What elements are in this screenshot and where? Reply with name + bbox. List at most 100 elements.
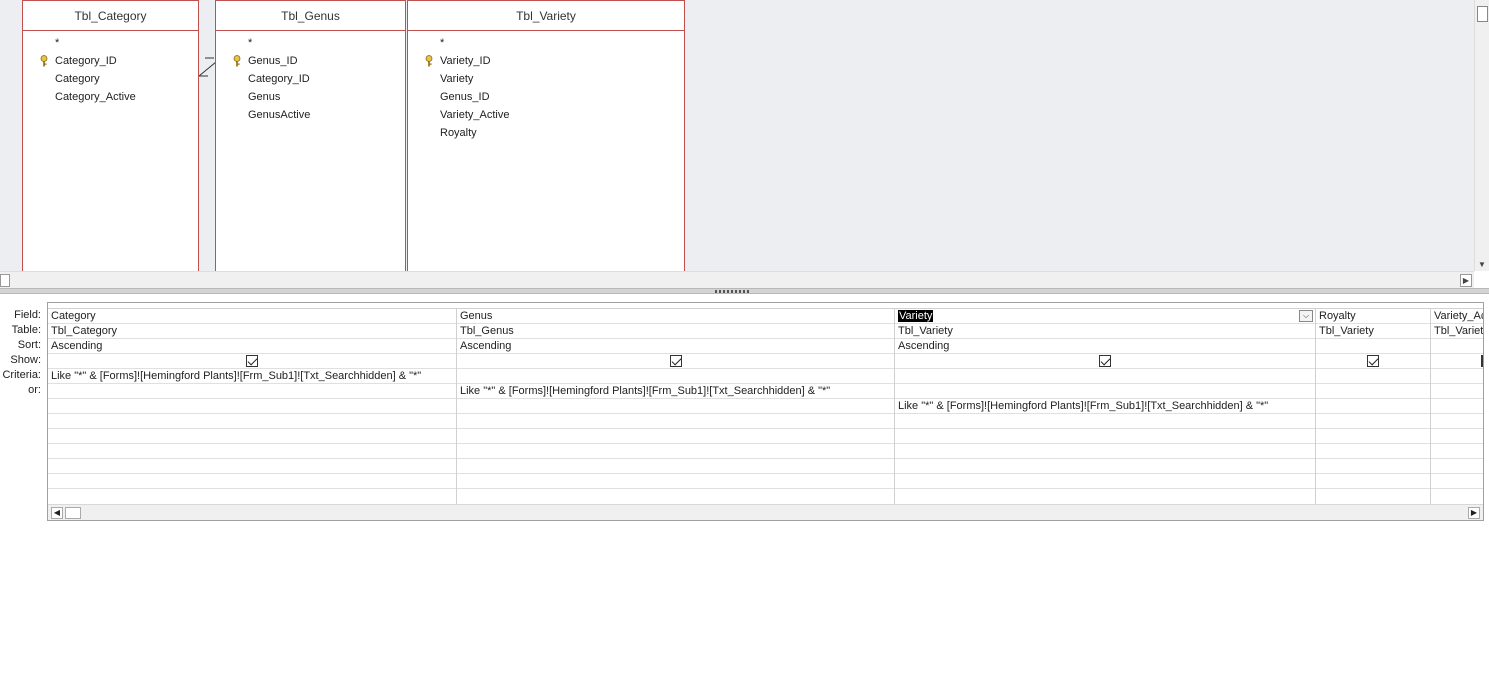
field-list-item[interactable]: GenusActive [216, 106, 405, 124]
sort-cell[interactable]: Ascending [457, 339, 894, 354]
empty-cell[interactable] [1431, 429, 1483, 444]
or-cell[interactable] [1316, 384, 1430, 399]
empty-cell[interactable] [1431, 414, 1483, 429]
empty-cell[interactable] [1316, 444, 1430, 459]
show-checkbox[interactable] [1481, 355, 1483, 367]
show-checkbox[interactable] [1099, 355, 1111, 367]
scroll-thumb[interactable] [65, 507, 81, 519]
empty-cell[interactable] [1316, 459, 1430, 474]
criteria-cell[interactable] [895, 369, 1315, 384]
empty-cell[interactable] [1316, 429, 1430, 444]
criteria-cell[interactable]: Like "*" & [Forms]![Hemingford Plants]![… [48, 369, 456, 384]
field-list-title[interactable]: Tbl_Genus [216, 1, 405, 31]
or-cell[interactable] [457, 399, 894, 414]
show-cell[interactable] [1316, 354, 1430, 369]
empty-cell[interactable] [1316, 474, 1430, 489]
field-list-item[interactable]: Variety_ID [408, 52, 684, 70]
empty-cell[interactable] [1316, 414, 1430, 429]
table-cell[interactable]: Tbl_Variety [895, 324, 1315, 339]
empty-cell[interactable] [48, 414, 456, 429]
or-cell[interactable]: Like "*" & [Forms]![Hemingford Plants]![… [457, 384, 894, 399]
show-checkbox[interactable] [669, 355, 682, 367]
empty-cell[interactable] [895, 459, 1315, 474]
field-list-tbl-genus[interactable]: Tbl_Genus * Genus_ID Category_ID Genus G… [215, 0, 406, 271]
sort-cell[interactable] [1316, 339, 1430, 354]
or-cell[interactable] [895, 384, 1315, 399]
field-list-item[interactable]: Royalty [408, 124, 684, 142]
criteria-cell[interactable] [1316, 369, 1430, 384]
field-list-item[interactable]: Genus [216, 88, 405, 106]
table-cell[interactable]: Tbl_Genus [457, 324, 894, 339]
qbe-column-royalty[interactable]: Royalty Tbl_Variety [1316, 309, 1431, 505]
field-list-tbl-category[interactable]: Tbl_Category * Category_ID Category Cate… [22, 0, 199, 271]
empty-cell[interactable] [895, 444, 1315, 459]
empty-cell[interactable] [1431, 474, 1483, 489]
table-cell[interactable]: Tbl_Variety [1316, 324, 1430, 339]
arrow-right-icon[interactable]: ▶ [1468, 507, 1480, 519]
empty-cell[interactable] [895, 414, 1315, 429]
or-cell[interactable] [1316, 399, 1430, 414]
or-cell[interactable] [1431, 399, 1483, 414]
field-list-item[interactable]: Category [23, 70, 198, 88]
qbe-column-variety-active[interactable]: Variety_Ac Tbl_Variet [1431, 309, 1483, 505]
field-list-item[interactable]: Genus_ID [408, 88, 684, 106]
qbe-column-category[interactable]: Category Tbl_Category Ascending Like "*"… [48, 309, 457, 505]
field-list-title[interactable]: Tbl_Variety [408, 1, 684, 31]
empty-cell[interactable] [457, 459, 894, 474]
scroll-thumb[interactable] [1477, 6, 1488, 22]
show-cell[interactable] [48, 354, 456, 369]
chevron-down-icon[interactable]: ⌵ [1299, 310, 1313, 322]
arrow-down-icon[interactable]: ▼ [1478, 260, 1486, 269]
empty-cell[interactable] [895, 474, 1315, 489]
empty-cell[interactable] [1431, 444, 1483, 459]
field-list-item[interactable]: * [23, 34, 198, 52]
field-list-item[interactable]: Genus_ID [216, 52, 405, 70]
or-cell[interactable] [48, 399, 456, 414]
selected-field-text[interactable]: Variety [898, 310, 934, 322]
show-cell[interactable] [457, 354, 894, 369]
qbe-design-grid[interactable]: Category Tbl_Category Ascending Like "*"… [47, 302, 1484, 521]
show-cell[interactable] [1431, 354, 1483, 369]
field-list-item[interactable]: Category_ID [216, 70, 405, 88]
empty-cell[interactable] [457, 474, 894, 489]
empty-cell[interactable] [457, 429, 894, 444]
empty-cell[interactable] [48, 429, 456, 444]
show-cell[interactable] [895, 354, 1315, 369]
empty-cell[interactable] [48, 474, 456, 489]
table-cell[interactable]: Tbl_Variet [1431, 324, 1483, 339]
arrow-right-icon[interactable]: ▶ [1460, 274, 1472, 287]
scroll-thumb[interactable] [0, 274, 10, 287]
grid-horizontal-scrollbar[interactable]: ◀ ▶ [48, 504, 1483, 520]
field-cell[interactable]: Variety_Ac [1431, 309, 1483, 324]
empty-cell[interactable] [48, 459, 456, 474]
sort-cell[interactable]: Ascending [895, 339, 1315, 354]
show-checkbox[interactable] [246, 355, 258, 367]
field-cell[interactable]: Royalty [1316, 309, 1430, 324]
empty-cell[interactable] [1431, 459, 1483, 474]
table-relationship-area[interactable]: Tbl_Category * Category_ID Category Cate… [0, 0, 1474, 271]
field-list-tbl-variety[interactable]: Tbl_Variety * Variety_ID Variety Genus_I… [407, 0, 685, 271]
or-cell[interactable] [1431, 384, 1483, 399]
design-horizontal-scrollbar[interactable]: ▶ [0, 271, 1474, 288]
criteria-cell[interactable] [1431, 369, 1483, 384]
field-list-item[interactable]: * [216, 34, 405, 52]
sort-cell[interactable]: Ascending [48, 339, 456, 354]
field-list-item[interactable]: Variety [408, 70, 684, 88]
empty-cell[interactable] [895, 429, 1315, 444]
sort-cell[interactable] [1431, 339, 1483, 354]
field-cell[interactable]: Genus [457, 309, 894, 324]
table-cell[interactable]: Tbl_Category [48, 324, 456, 339]
show-checkbox[interactable] [1367, 355, 1379, 367]
field-list-item[interactable]: Category_Active [23, 88, 198, 106]
qbe-column-variety[interactable]: Variety ⌵ Tbl_Variety Ascending Like "*"… [895, 309, 1316, 505]
or-cell[interactable]: Like "*" & [Forms]![Hemingford Plants]![… [895, 399, 1315, 414]
arrow-left-icon[interactable]: ◀ [51, 507, 63, 519]
or-cell[interactable] [48, 384, 456, 399]
splitter-grip-icon[interactable] [715, 290, 751, 293]
qbe-column-genus[interactable]: Genus Tbl_Genus Ascending Like "*" & [Fo… [457, 309, 895, 505]
field-cell[interactable]: Variety ⌵ [895, 309, 1315, 324]
field-list-item[interactable]: * [408, 34, 684, 52]
pane-splitter[interactable] [0, 288, 1489, 294]
criteria-cell[interactable] [457, 369, 894, 384]
empty-cell[interactable] [457, 414, 894, 429]
